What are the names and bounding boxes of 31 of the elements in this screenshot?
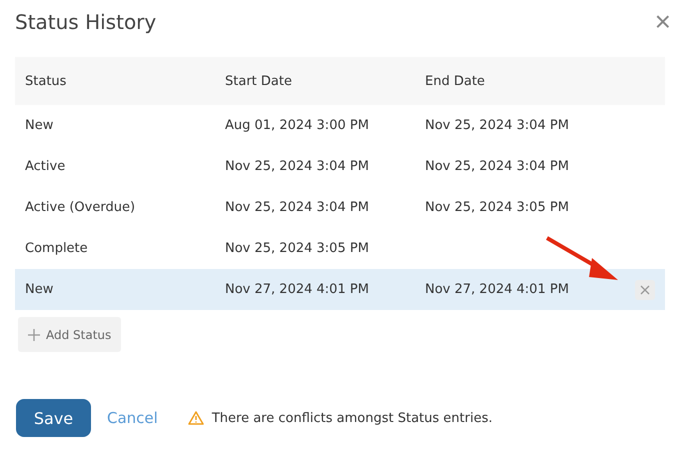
warning-icon [188, 411, 204, 425]
table-cell-text: Complete [24, 241, 89, 256]
table-row[interactable]: Active Nov 25, 2024 3:04 PM Nov 25, 2024 3:04 PM [15, 146, 665, 187]
add-status-button[interactable]: Add Status [18, 317, 122, 352]
close-icon [640, 284, 650, 294]
delete-button[interactable] [635, 280, 655, 300]
column-header: End Date [424, 74, 486, 88]
table-cell-text: New [24, 118, 54, 133]
table-row[interactable]: New Aug 01, 2024 3:00 PM Nov 25, 2024 3:04 PM [15, 105, 665, 146]
plus-icon [28, 328, 40, 340]
table-cell-text: Nov 25, 2024 3:05 PM [424, 200, 570, 215]
table-cell-text: Nov 25, 2024 3:05 PM [224, 241, 370, 256]
selected-row[interactable]: New Nov 27, 2024 4:01 PM Nov 27, 2024 4:01 PM [15, 269, 665, 310]
table-cell-text: Aug 01, 2024 3:00 PM [224, 118, 370, 133]
table-cell-text: Nov 25, 2024 3:04 PM [424, 118, 570, 133]
table-row[interactable]: Complete Nov 25, 2024 3:05 PM [15, 228, 665, 269]
table-cell-text: Nov 27, 2024 4:01 PM [224, 282, 370, 297]
dialog-title: Status History [15, 10, 156, 34]
table-cell-text: Nov 27, 2024 4:01 PM [424, 282, 570, 297]
save-button[interactable]: Save [16, 399, 91, 437]
table-cell-text: Active (Overdue) [24, 200, 136, 215]
column-header: Start Date [224, 74, 293, 88]
table-cell-text: Active [24, 159, 66, 174]
table-cell-text: Nov 25, 2024 3:04 PM [224, 159, 370, 174]
column-header: Status [24, 74, 68, 88]
table-cell-text: Nov 25, 2024 3:04 PM [424, 159, 570, 174]
close-button[interactable]: × [654, 8, 671, 36]
warning-message: There are conflicts amongst Status entries. [212, 410, 492, 426]
table-row[interactable]: Active (Overdue) Nov 25, 2024 3:04 PM Nov 25, 2024 3:05 PM [15, 187, 665, 228]
table-cell-text: New [24, 282, 54, 297]
table-cell-text: Nov 25, 2024 3:04 PM [224, 200, 370, 215]
